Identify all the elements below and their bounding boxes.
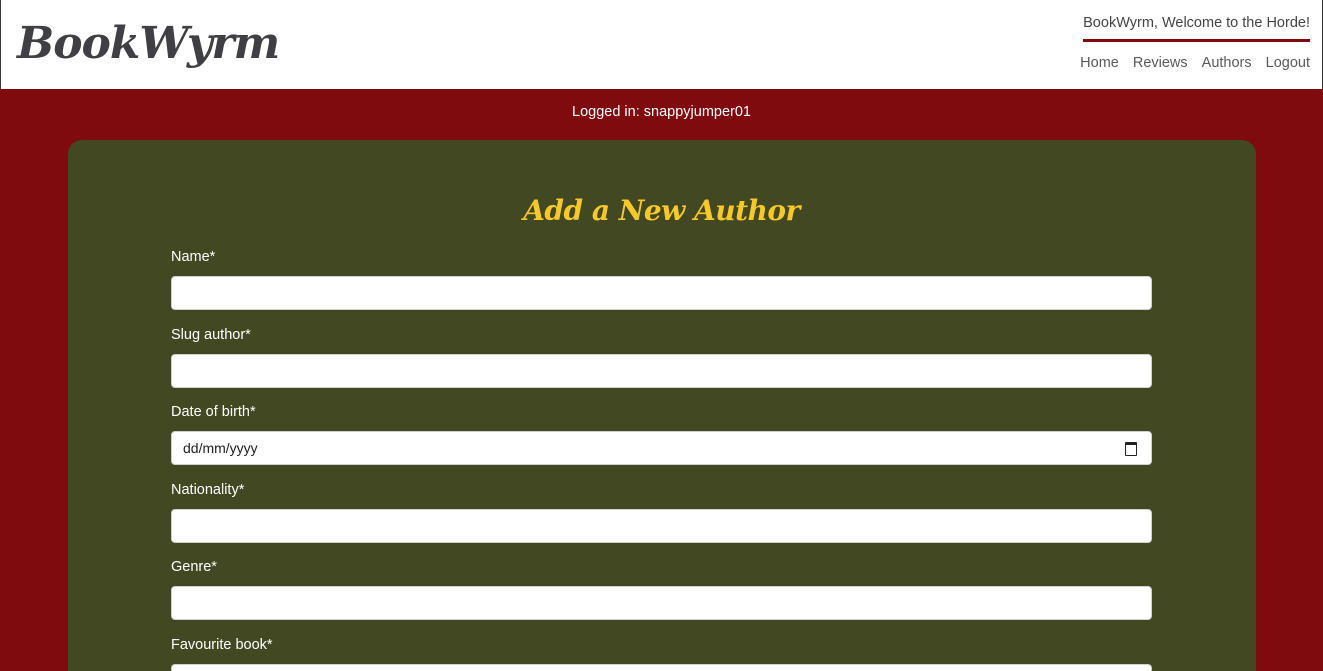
brand-logo[interactable]: BookWyrm bbox=[17, 14, 280, 74]
favourite-book-input[interactable] bbox=[171, 664, 1152, 671]
main-nav: Home Reviews Authors Logout bbox=[1080, 55, 1310, 71]
nationality-input[interactable] bbox=[171, 509, 1152, 543]
favourite-book-label: Favourite book* bbox=[171, 637, 273, 653]
nationality-label: Nationality* bbox=[171, 482, 245, 498]
date-of-birth-input[interactable]: dd/mm/yyyy bbox=[171, 431, 1152, 465]
form-title: Add a New Author bbox=[523, 194, 800, 227]
date-of-birth-label: Date of birth* bbox=[171, 404, 256, 420]
calendar-icon[interactable] bbox=[1125, 442, 1137, 456]
site-header: BookWyrm BookWyrm, Welcome to the Horde!… bbox=[0, 0, 1323, 89]
nav-authors-link[interactable]: Authors bbox=[1202, 55, 1252, 71]
nav-reviews-link[interactable]: Reviews bbox=[1133, 55, 1188, 71]
welcome-message: BookWyrm, Welcome to the Horde! bbox=[1083, 15, 1310, 42]
date-placeholder: dd/mm/yyyy bbox=[183, 440, 258, 456]
genre-label: Genre* bbox=[171, 559, 217, 575]
slug-author-label: Slug author* bbox=[171, 327, 251, 343]
genre-input[interactable] bbox=[171, 586, 1152, 620]
nav-home-link[interactable]: Home bbox=[1080, 55, 1119, 71]
login-status: Logged in: snappyjumper01 bbox=[572, 104, 751, 120]
name-input[interactable] bbox=[171, 276, 1152, 310]
slug-author-input[interactable] bbox=[171, 354, 1152, 388]
name-label: Name* bbox=[171, 249, 216, 265]
nav-logout-link[interactable]: Logout bbox=[1266, 55, 1310, 71]
